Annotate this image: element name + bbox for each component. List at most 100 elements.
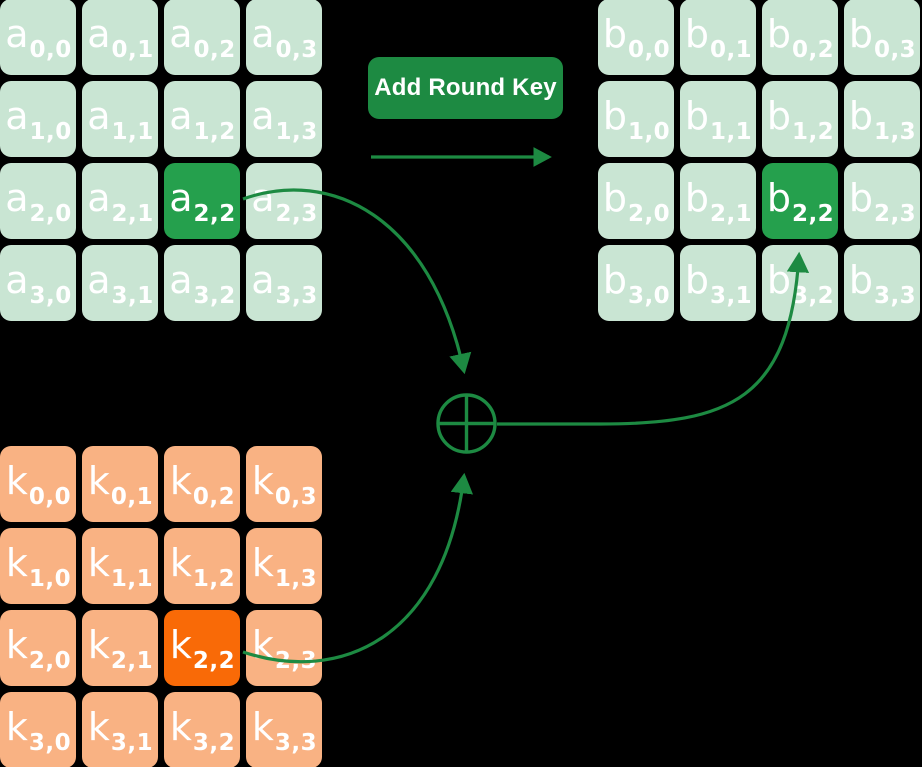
cell-label: b1,3	[849, 97, 916, 144]
cell-b-0-0: b0,0	[598, 0, 674, 75]
cell-a-2-1: a2,1	[82, 163, 158, 239]
cell-b-2-3: b2,3	[844, 163, 920, 239]
cell-label: a0,2	[169, 12, 235, 62]
cell-base: k	[251, 623, 274, 667]
cell-a-0-2: a0,2	[164, 0, 240, 75]
cell-subscript: 3,2	[193, 283, 236, 309]
operation-label-badge: Add Round Key	[368, 57, 563, 119]
cell-base: a	[87, 176, 111, 220]
cell-base: b	[602, 94, 627, 138]
cell-base: k	[5, 459, 28, 503]
cell-subscript: 2,0	[28, 648, 72, 674]
cell-label: a1,3	[251, 97, 317, 144]
cell-k-2-2: k2,2	[164, 610, 240, 686]
cell-base: b	[602, 12, 627, 56]
cell-k-2-1: k2,1	[82, 610, 158, 686]
cell-base: k	[169, 623, 192, 667]
cell-base: k	[169, 459, 192, 503]
cell-base: a	[5, 94, 29, 138]
cell-base: b	[848, 176, 873, 220]
cell-label: b2,3	[848, 176, 916, 226]
cell-k-0-3: k0,3	[246, 446, 322, 522]
cell-a-3-3: a3,3	[246, 245, 322, 321]
cell-label: a3,3	[251, 258, 317, 308]
cell-b-1-3: b1,3	[844, 81, 920, 157]
cell-label: b0,2	[766, 12, 834, 62]
cell-a-0-3: a0,3	[246, 0, 322, 75]
cell-subscript: 1,3	[274, 566, 318, 592]
cell-base: k	[5, 541, 28, 585]
cell-subscript: 2,2	[192, 648, 236, 674]
cell-label: k0,2	[169, 459, 235, 509]
cell-base: b	[766, 176, 791, 220]
cell-subscript: 1,0	[28, 566, 72, 592]
cell-label: a0,1	[87, 15, 153, 62]
cell-a-1-1: a1,1	[82, 81, 158, 157]
cell-b-3-2: b3,2	[762, 245, 838, 321]
cell-label: b1,0	[602, 94, 670, 144]
cell-subscript: 0,2	[192, 484, 236, 510]
cell-label: k3,1	[88, 708, 153, 755]
cell-subscript: 3,3	[274, 730, 318, 756]
cell-base: b	[766, 12, 791, 56]
cell-label: b3,2	[766, 258, 834, 308]
cell-base: b	[848, 258, 873, 302]
cell-label: a0,0	[5, 15, 71, 62]
cell-k-3-2: k3,2	[164, 692, 240, 767]
cell-base: a	[169, 12, 193, 56]
cell-subscript: 1,1	[709, 119, 753, 145]
cell-label: b0,1	[685, 15, 752, 62]
cell-label: a2,2	[169, 176, 235, 226]
cell-base: b	[766, 94, 791, 138]
cell-label: k0,3	[252, 462, 317, 509]
cell-subscript: 2,1	[709, 201, 753, 227]
cell-k-3-1: k3,1	[82, 692, 158, 767]
cell-subscript: 3,2	[192, 730, 236, 756]
cell-label: a1,0	[5, 94, 71, 144]
cell-k-1-3: k1,3	[246, 528, 322, 604]
cell-b-1-2: b1,2	[762, 81, 838, 157]
cell-a-0-0: a0,0	[0, 0, 76, 75]
cell-label: b0,0	[602, 12, 670, 62]
cell-subscript: 2,2	[193, 201, 236, 227]
cell-a-3-0: a3,0	[0, 245, 76, 321]
cell-k-1-0: k1,0	[0, 528, 76, 604]
cell-label: k1,0	[5, 541, 71, 591]
cell-subscript: 0,3	[274, 484, 318, 510]
cell-subscript: 0,3	[873, 37, 917, 63]
cell-base: b	[766, 258, 791, 302]
cell-k-0-1: k0,1	[82, 446, 158, 522]
cell-subscript: 3,0	[28, 730, 72, 756]
cell-base: b	[684, 176, 709, 220]
cell-label: a3,1	[87, 261, 153, 308]
cell-subscript: 1,1	[111, 119, 154, 145]
cell-label: k3,2	[170, 708, 235, 755]
cell-subscript: 1,2	[192, 566, 236, 592]
cell-a-0-1: a0,1	[82, 0, 158, 75]
cell-k-3-0: k3,0	[0, 692, 76, 767]
cell-subscript: 0,0	[627, 37, 671, 63]
cell-subscript: 3,3	[275, 283, 318, 309]
cell-b-3-3: b3,3	[844, 245, 920, 321]
cell-base: a	[251, 258, 275, 302]
cell-label: k3,0	[6, 708, 71, 755]
cell-k-0-2: k0,2	[164, 446, 240, 522]
cell-base: a	[169, 176, 193, 220]
cell-label: b2,1	[684, 176, 752, 226]
cell-base: a	[251, 176, 275, 220]
cell-subscript: 0,1	[709, 37, 753, 63]
cell-b-2-0: b2,0	[598, 163, 674, 239]
cell-label: b2,2	[766, 176, 834, 226]
cell-base: a	[5, 258, 29, 302]
cell-label: b3,0	[603, 261, 670, 308]
cell-subscript: 2,3	[275, 201, 318, 227]
cell-subscript: 0,2	[791, 37, 835, 63]
cell-label: k1,3	[252, 544, 317, 591]
xor-symbol	[436, 393, 497, 454]
cell-a-2-0: a2,0	[0, 163, 76, 239]
cell-k-2-3: k2,3	[246, 610, 322, 686]
cell-base: a	[251, 12, 275, 56]
cell-base: b	[602, 176, 627, 220]
cell-subscript: 0,0	[29, 37, 72, 63]
cell-b-2-1: b2,1	[680, 163, 756, 239]
